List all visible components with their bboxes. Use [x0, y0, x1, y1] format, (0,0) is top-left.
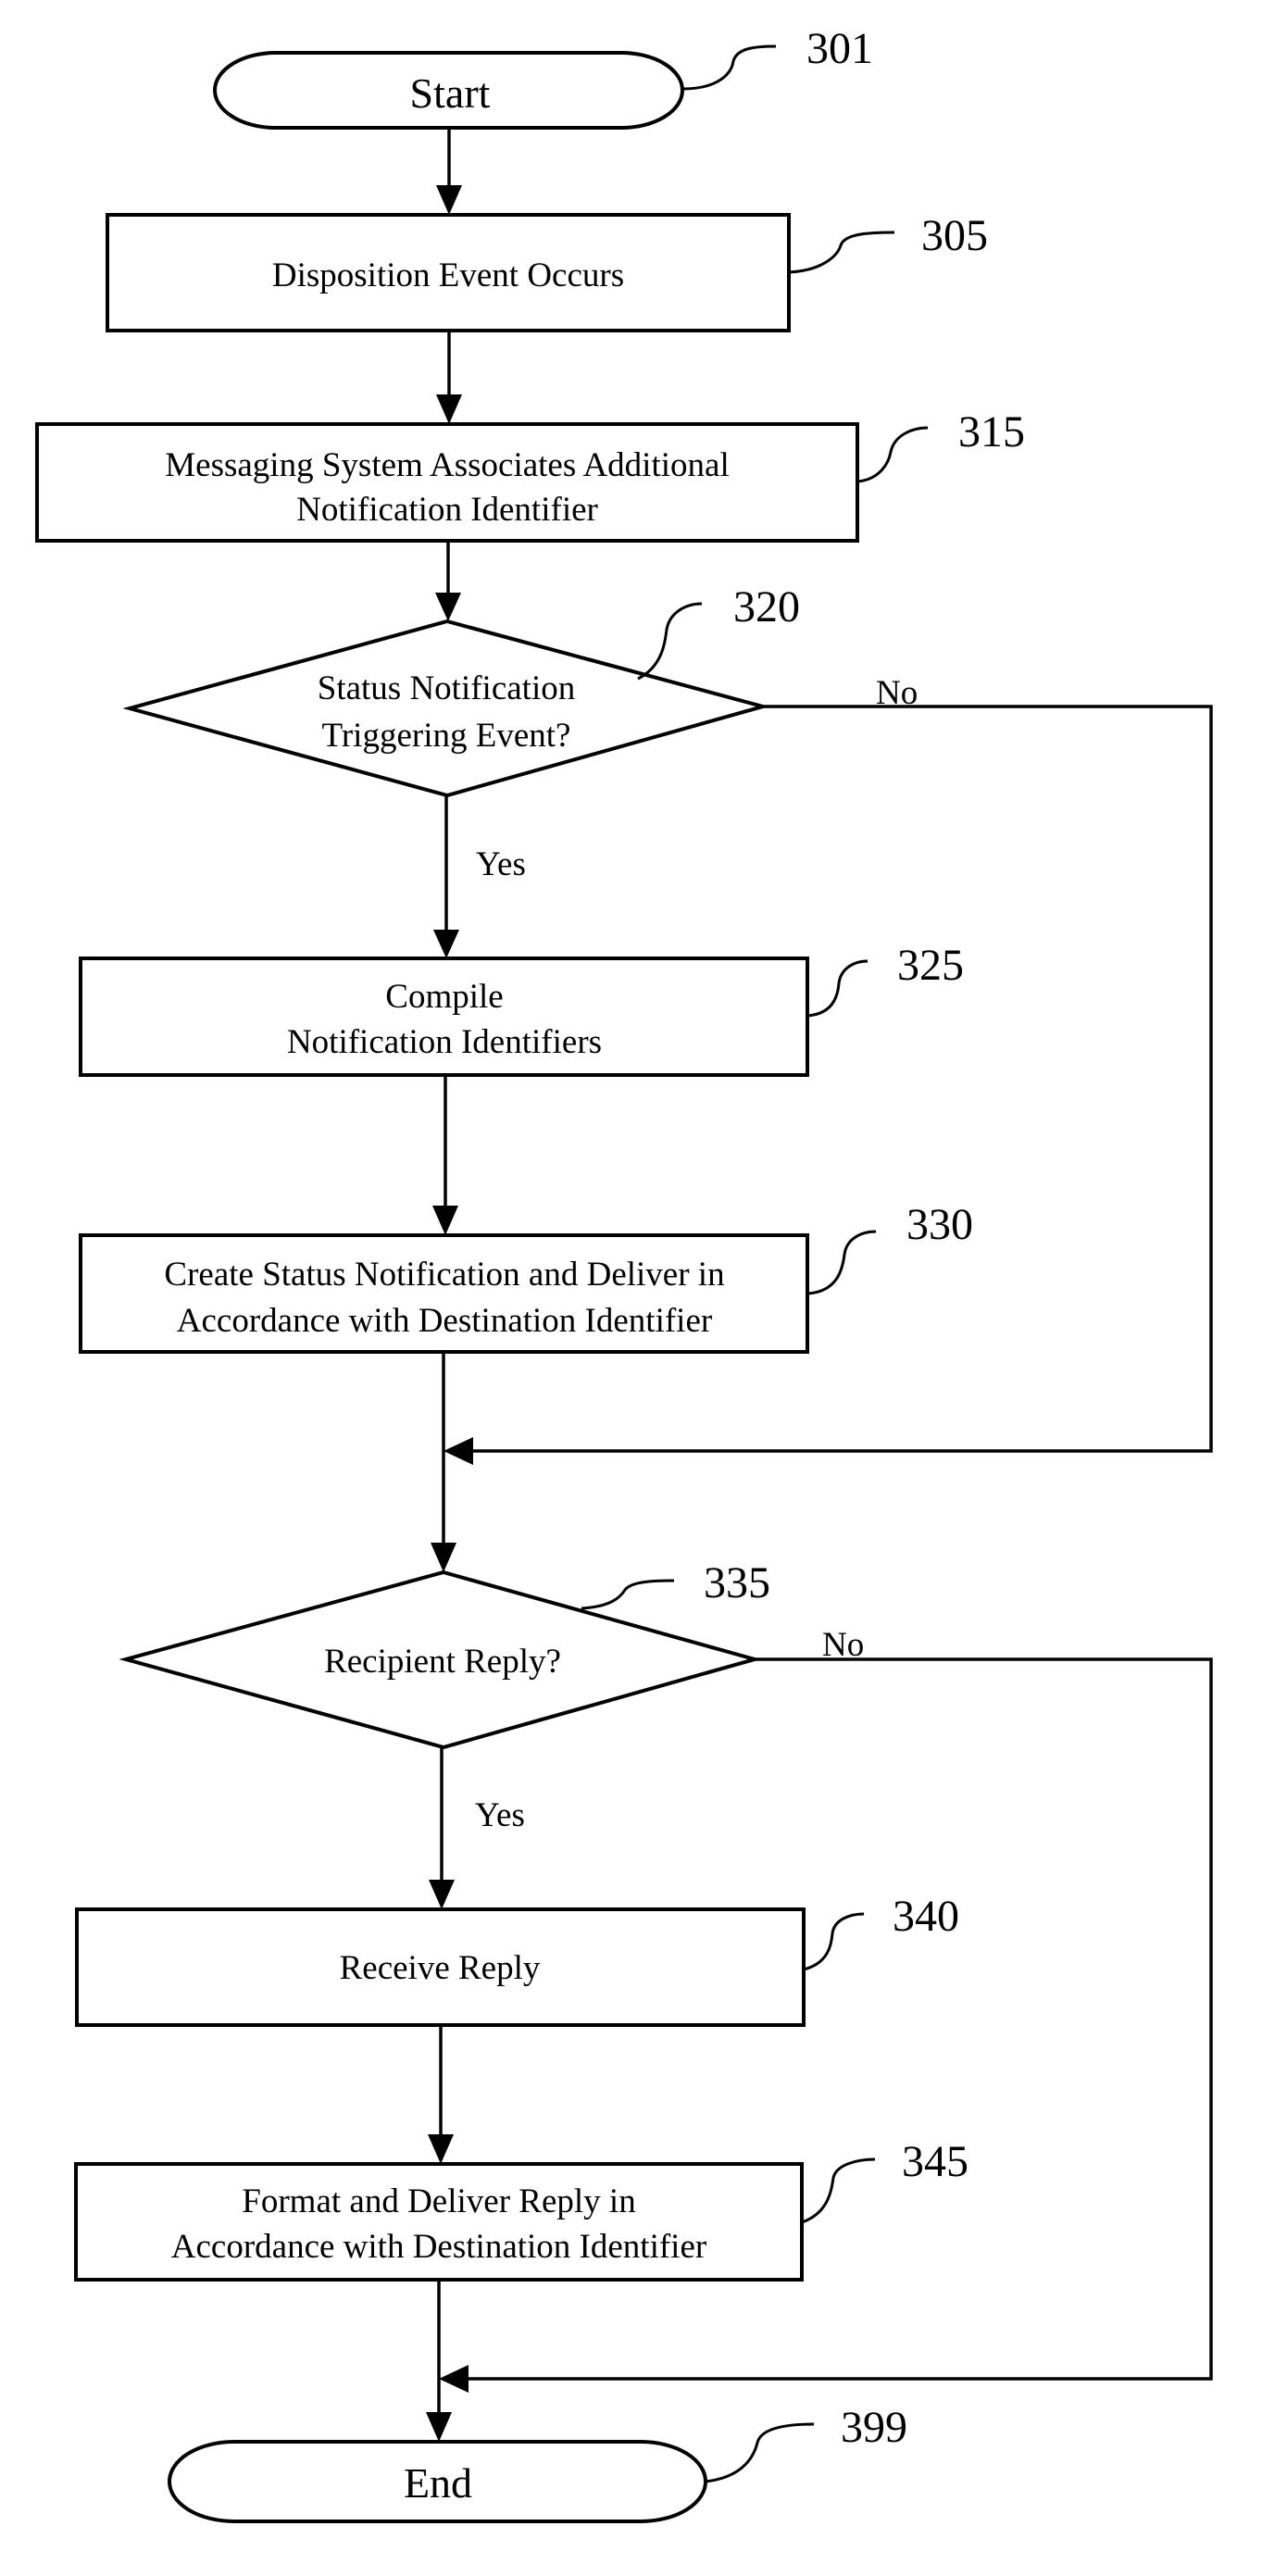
node-345: Format and Deliver Reply in Accordance w… — [74, 2162, 804, 2282]
process-330-label-line2: Accordance with Destination Identifier — [177, 1302, 712, 1340]
node-325: Compile Notification Identifiers — [79, 957, 809, 1077]
leader-335 — [581, 1579, 675, 1610]
arrowhead-340 — [429, 1880, 455, 1909]
decision-320-label-line1: Status Notification — [318, 669, 576, 707]
process-345-label-line2: Accordance with Destination Identifier — [171, 2228, 706, 2266]
ref-325: 325 — [897, 941, 964, 990]
branch-320-yes-label: Yes — [476, 845, 526, 883]
leader-399 — [705, 2422, 815, 2483]
process-325-label-line2: Notification Identifiers — [287, 1023, 602, 1061]
ref-345: 345 — [902, 2137, 968, 2186]
node-end: End — [168, 2440, 707, 2523]
ref-335: 335 — [704, 1558, 770, 1607]
leader-340 — [803, 1912, 865, 1971]
decision-335-label: Recipient Reply? — [324, 1643, 561, 1681]
node-335: Recipient Reply? — [119, 1569, 762, 1750]
end-label: End — [404, 2459, 472, 2507]
ref-330: 330 — [906, 1200, 973, 1249]
leader-325 — [806, 959, 868, 1018]
leader-315 — [856, 426, 929, 483]
leader-320 — [637, 602, 703, 681]
arrowhead-merge-335 — [444, 1437, 473, 1465]
leader-305 — [788, 231, 895, 274]
process-340-label: Receive Reply — [340, 1949, 541, 1987]
process-330-label-line1: Create Status Notification and Deliver i… — [164, 1256, 724, 1294]
arrowhead-330 — [432, 1206, 458, 1235]
node-320: Status Notification Triggering Event? — [122, 619, 770, 798]
flowchart: Start Disposition Event Occurs Messaging… — [35, 24, 1213, 2523]
process-345-label-line1: Format and Deliver Reply in — [242, 2182, 635, 2220]
leader-301 — [681, 44, 777, 91]
start-label: Start — [410, 69, 491, 117]
process-305-label: Disposition Event Occurs — [272, 256, 624, 294]
decision-diamond-320 — [122, 619, 770, 798]
ref-340: 340 — [893, 1892, 959, 1941]
ref-399: 399 — [841, 2403, 907, 2452]
branch-320-no-label: No — [876, 674, 918, 712]
ref-315: 315 — [958, 407, 1025, 456]
branch-335-no-label: No — [822, 1626, 864, 1664]
leader-345 — [801, 2157, 876, 2224]
leader-330 — [806, 1230, 877, 1295]
ref-301: 301 — [806, 24, 873, 73]
ref-320: 320 — [733, 582, 800, 631]
node-start: Start — [213, 51, 684, 130]
node-330: Create Status Notification and Deliver i… — [79, 1233, 809, 1354]
arrowhead-305 — [436, 185, 462, 215]
process-325-label-line1: Compile — [385, 978, 503, 1016]
arrowhead-325 — [433, 930, 459, 958]
arrowhead-335 — [431, 1543, 456, 1572]
node-315: Messaging System Associates Additional N… — [35, 422, 859, 543]
process-315-label-line2: Notification Identifier — [296, 491, 598, 529]
arrowhead-end — [426, 2412, 452, 2442]
arrowhead-320 — [435, 593, 461, 621]
arrowhead-merge-end — [439, 2365, 469, 2393]
process-315-label-line1: Messaging System Associates Additional — [165, 446, 729, 484]
node-340: Receive Reply — [75, 1907, 806, 2027]
node-305: Disposition Event Occurs — [106, 213, 791, 332]
branch-335-yes-label: Yes — [475, 1796, 525, 1834]
decision-320-label-line2: Triggering Event? — [322, 717, 571, 755]
arrowhead-345 — [428, 2134, 454, 2164]
ref-305: 305 — [921, 211, 988, 260]
arrowhead-315 — [436, 394, 462, 424]
